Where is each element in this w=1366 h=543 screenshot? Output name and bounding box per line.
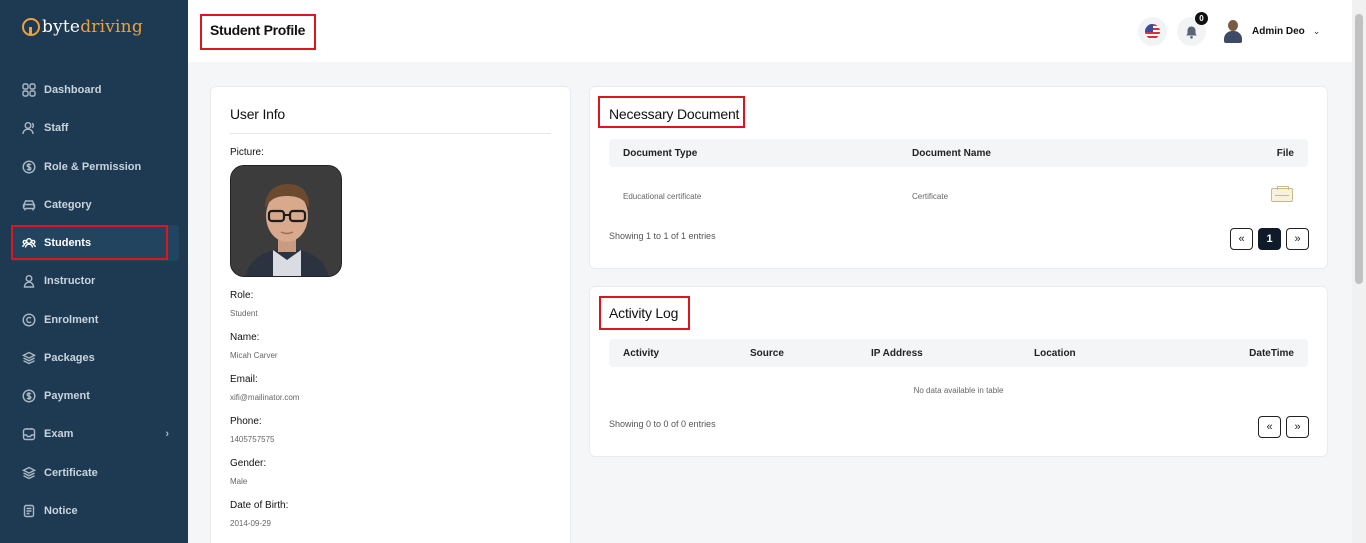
- sidebar-item-enrolment[interactable]: Enrolment: [11, 302, 179, 338]
- pagination-prev-button[interactable]: «: [1258, 416, 1281, 438]
- sidebar-item-label: Category: [44, 199, 92, 211]
- activity-log-card: Activity Log Activity Source IP Address …: [589, 286, 1328, 457]
- brand-name: bytedriving: [42, 17, 143, 37]
- notification-count-badge: 0: [1195, 12, 1208, 25]
- sidebar: bytedriving Dashboard Staff Role & Permi…: [0, 0, 188, 543]
- gender-value: Male: [230, 477, 248, 486]
- sidebar-item-label: Exam: [44, 428, 74, 440]
- sidebar-item-label: Staff: [44, 122, 69, 134]
- sidebar-item-label: Dashboard: [44, 84, 102, 96]
- bell-icon: [1186, 26, 1197, 39]
- picture-label: Picture:: [230, 147, 264, 158]
- brand-name-part1: byte: [42, 17, 81, 37]
- layers-icon: [22, 466, 36, 480]
- notification-button[interactable]: 0: [1177, 12, 1208, 46]
- sidebar-item-role-permission[interactable]: Role & Permission: [11, 149, 179, 185]
- highlight-box: [598, 96, 745, 128]
- entries-info: Showing 0 to 0 of 0 entries: [609, 419, 716, 429]
- empty-table-message: No data available in table: [913, 386, 1004, 395]
- activity-table-header: Activity Source IP Address Location Date…: [609, 339, 1308, 367]
- pagination-next-button[interactable]: »: [1286, 228, 1309, 250]
- highlight-box: [11, 225, 168, 260]
- inbox-icon: [22, 427, 36, 441]
- pagination-page-1[interactable]: 1: [1258, 228, 1281, 250]
- sidebar-item-certificate[interactable]: Certificate: [11, 455, 179, 491]
- highlight-box: [599, 296, 690, 330]
- divider: [230, 133, 551, 134]
- entries-info: Showing 1 to 1 of 1 entries: [609, 231, 716, 241]
- scrollbar[interactable]: [1352, 0, 1366, 543]
- user-info-card: User Info Picture: Role: Student Name: M…: [210, 86, 571, 543]
- column-header-activity[interactable]: Activity: [623, 348, 659, 359]
- user-name: Admin Deo: [1252, 25, 1305, 37]
- grid-icon: [22, 83, 36, 97]
- sidebar-item-instructor[interactable]: Instructor: [11, 263, 179, 299]
- layers-icon: [22, 351, 36, 365]
- column-header-datetime[interactable]: DateTime: [1249, 348, 1294, 359]
- email-label: Email:: [230, 374, 258, 385]
- dollar-circle-icon: [22, 389, 36, 403]
- column-header-ip-address[interactable]: IP Address: [871, 348, 923, 359]
- name-label: Name:: [230, 332, 260, 343]
- phone-value: 1405757575: [230, 435, 275, 444]
- sidebar-item-packages[interactable]: Packages: [11, 340, 179, 376]
- sidebar-item-label: Role & Permission: [44, 161, 142, 173]
- language-button[interactable]: [1138, 17, 1167, 46]
- user-menu[interactable]: Admin Deo ⌄: [1222, 19, 1320, 43]
- column-header-file[interactable]: File: [1277, 148, 1294, 159]
- dollar-circle-icon: [22, 160, 36, 174]
- gender-label: Gender:: [230, 458, 267, 469]
- sidebar-item-label: Notice: [44, 505, 78, 517]
- steering-wheel-icon: [22, 18, 40, 36]
- chevron-right-icon: ›: [165, 428, 169, 440]
- column-header-source[interactable]: Source: [750, 348, 784, 359]
- brand-name-part2: driving: [80, 17, 143, 37]
- scroll-thumb[interactable]: [1355, 14, 1363, 284]
- sidebar-item-staff[interactable]: Staff: [11, 110, 179, 146]
- document-icon: [22, 504, 36, 518]
- column-header-document-name[interactable]: Document Name: [912, 148, 991, 159]
- dob-value: 2014-09-29: [230, 519, 271, 528]
- users-icon: [22, 121, 36, 135]
- sidebar-item-label: Instructor: [44, 275, 96, 287]
- highlight-box: [200, 14, 316, 50]
- sidebar-item-exam[interactable]: Exam ›: [11, 416, 179, 452]
- role-label: Role:: [230, 290, 254, 301]
- column-header-document-type[interactable]: Document Type: [623, 148, 697, 159]
- top-header: Student Profile 0 Admin Deo ⌄: [188, 0, 1352, 62]
- sidebar-item-label: Certificate: [44, 467, 98, 479]
- phone-label: Phone:: [230, 416, 262, 427]
- document-table-header: Document Type Document Name File: [609, 139, 1308, 167]
- sidebar-item-label: Enrolment: [44, 314, 99, 326]
- column-header-location[interactable]: Location: [1034, 348, 1076, 359]
- profile-photo-image: [231, 166, 341, 276]
- sidebar-item-notice[interactable]: Notice: [11, 493, 179, 529]
- dob-label: Date of Birth:: [230, 500, 289, 511]
- email-value: xifi@mailinator.com: [230, 393, 300, 402]
- sidebar-item-label: Packages: [44, 352, 95, 364]
- certificate-file-icon[interactable]: [1271, 186, 1293, 202]
- car-icon: [22, 198, 36, 212]
- name-value: Micah Carver: [230, 351, 278, 360]
- sidebar-item-payment[interactable]: Payment: [11, 378, 179, 414]
- sidebar-item-label: Payment: [44, 390, 90, 402]
- user-info-title: User Info: [230, 106, 285, 122]
- pagination-next-button[interactable]: »: [1286, 416, 1309, 438]
- user-icon: [22, 274, 36, 288]
- avatar: [1222, 19, 1244, 43]
- pagination-prev-button[interactable]: «: [1230, 228, 1253, 250]
- role-value: Student: [230, 309, 258, 318]
- chevron-down-icon: ⌄: [1312, 25, 1321, 36]
- document-type-cell: Educational certificate: [623, 192, 702, 201]
- brand-logo[interactable]: bytedriving: [22, 17, 143, 37]
- profile-picture: [230, 165, 342, 277]
- us-flag-icon: [1145, 24, 1160, 39]
- sidebar-item-category[interactable]: Category: [11, 187, 179, 223]
- copyright-icon: [22, 313, 36, 327]
- sidebar-item-dashboard[interactable]: Dashboard: [11, 72, 179, 108]
- document-name-cell: Certificate: [912, 192, 949, 201]
